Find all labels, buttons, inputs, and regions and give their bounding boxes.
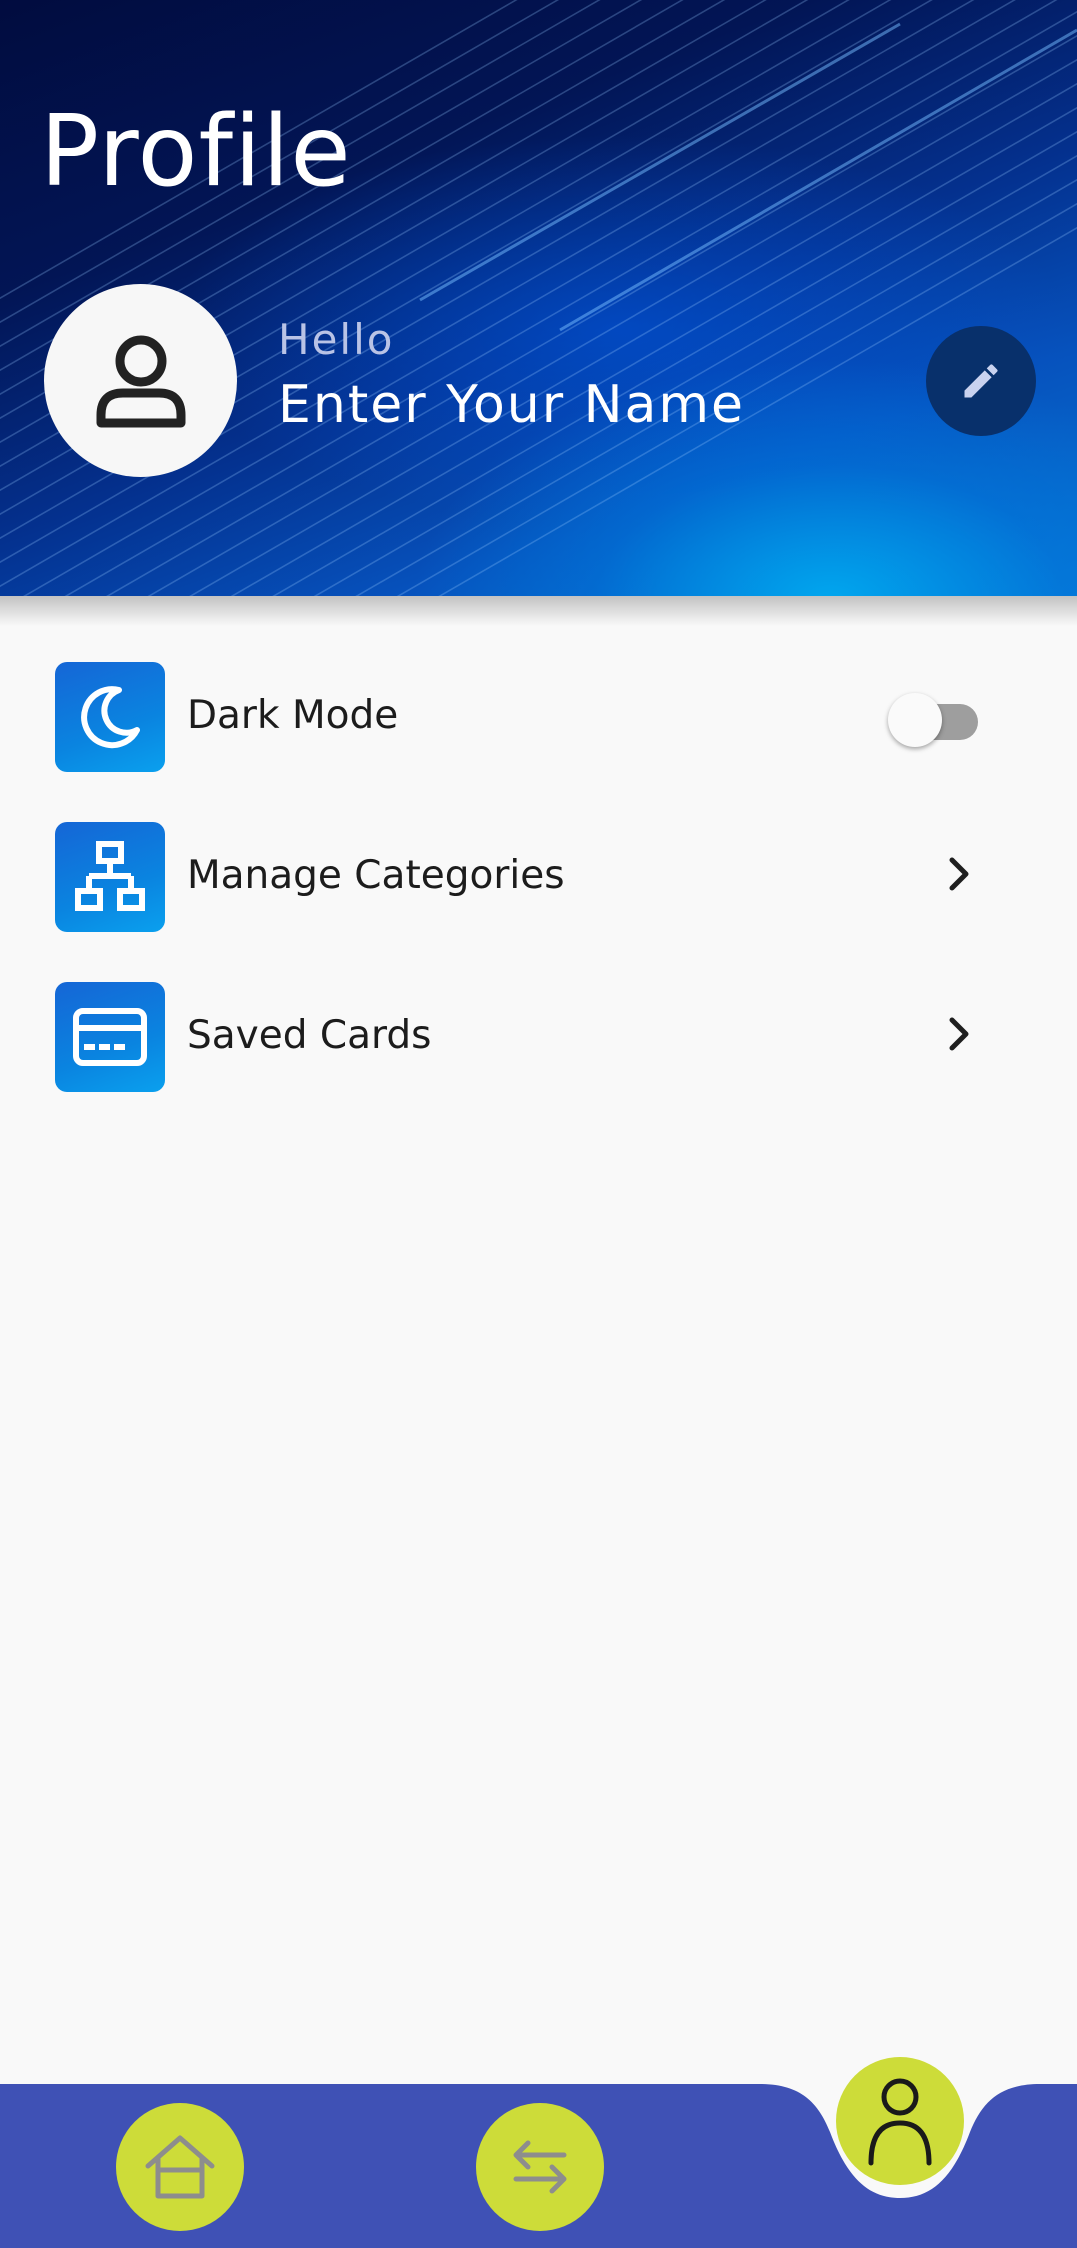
page-title: Profile xyxy=(40,95,352,209)
chevron-right-icon xyxy=(949,857,969,891)
bottom-navigation-bar xyxy=(0,2057,1077,2248)
hierarchy-icon xyxy=(75,841,145,911)
saved-cards-icon-box xyxy=(55,982,165,1092)
person-icon xyxy=(96,335,185,427)
nav-transactions-button[interactable] xyxy=(476,2103,604,2231)
settings-item-saved-cards[interactable]: Saved Cards xyxy=(0,978,1077,1098)
home-icon xyxy=(145,2135,215,2199)
saved-cards-label: Saved Cards xyxy=(187,1013,432,1058)
user-name[interactable]: Enter Your Name xyxy=(278,372,745,438)
manage-categories-label: Manage Categories xyxy=(187,853,565,898)
pencil-icon xyxy=(964,364,998,398)
person-icon xyxy=(868,2078,932,2166)
credit-card-icon xyxy=(73,1008,147,1066)
transfer-arrows-icon xyxy=(513,2140,567,2194)
edit-profile-button[interactable] xyxy=(926,326,1036,436)
chevron-right-icon xyxy=(949,1017,969,1051)
settings-item-dark-mode[interactable]: Dark Mode xyxy=(0,658,1077,778)
greeting-text: Hello xyxy=(278,315,395,364)
nav-profile-button[interactable] xyxy=(836,2057,964,2185)
moon-icon xyxy=(81,686,140,749)
header-shadow xyxy=(0,596,1077,626)
dark-mode-toggle[interactable] xyxy=(888,686,992,747)
profile-header: Profile Hello Enter Your Name xyxy=(0,0,1077,596)
nav-home-button[interactable] xyxy=(116,2103,244,2231)
dark-mode-icon-box xyxy=(55,662,165,772)
dark-mode-label: Dark Mode xyxy=(187,693,399,738)
manage-categories-icon-box xyxy=(55,822,165,932)
toggle-thumb xyxy=(888,693,942,747)
avatar[interactable] xyxy=(44,284,237,477)
settings-item-manage-categories[interactable]: Manage Categories xyxy=(0,818,1077,938)
